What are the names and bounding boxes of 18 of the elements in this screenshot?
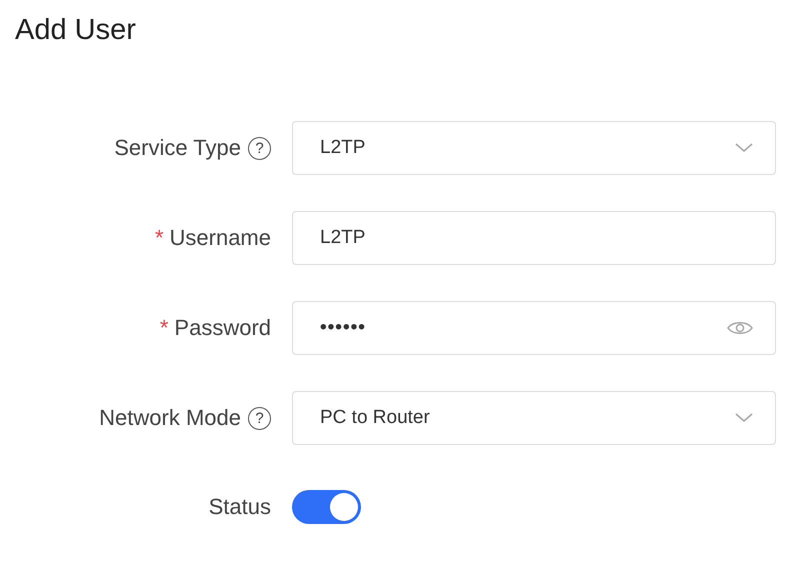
status-toggle[interactable]: [292, 490, 361, 524]
help-icon[interactable]: ?: [248, 406, 271, 430]
chevron-down-icon: [735, 413, 753, 423]
password-field[interactable]: ••••••: [292, 301, 776, 355]
input-field[interactable]: L2TP: [292, 211, 776, 265]
help-icon[interactable]: ?: [248, 136, 271, 160]
field-label: Status: [208, 494, 271, 520]
page-title: Add User: [15, 14, 136, 47]
chevron-down-icon: [735, 143, 753, 153]
required-mark: *: [160, 315, 168, 341]
field-label: Network Mode: [99, 405, 241, 431]
field-label: Password: [174, 315, 271, 341]
eye-icon[interactable]: [727, 320, 753, 336]
select-field[interactable]: PC to Router: [292, 391, 776, 445]
field-label: Service Type: [114, 135, 241, 161]
field-label: Username: [170, 225, 271, 251]
select-field[interactable]: L2TP: [292, 121, 776, 175]
required-mark: *: [154, 225, 164, 251]
